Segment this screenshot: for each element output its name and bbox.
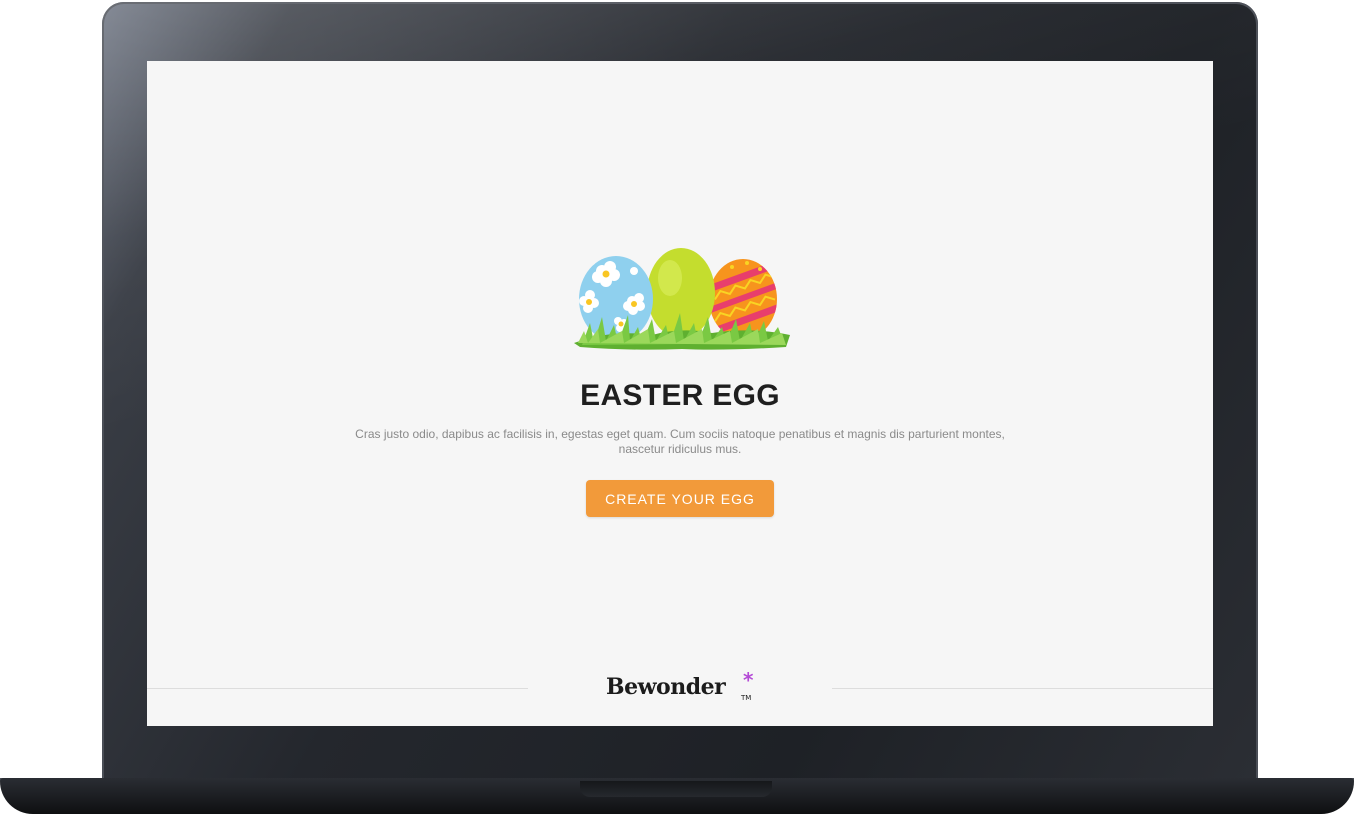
page-title: EASTER EGG [580,379,780,412]
footer-divider-right [832,688,1213,689]
brand-logo: Bewonder * TM [606,668,756,704]
laptop-device-frame: EASTER EGG Cras justo odio, dapibus ac f… [0,0,1354,819]
brand-asterisk-mark: * [743,668,754,692]
trademark-symbol: TM [741,694,752,702]
laptop-opening-notch [580,781,772,797]
create-egg-button[interactable]: CREATE YOUR EGG [586,480,774,517]
page-description: Cras justo odio, dapibus ac facilisis in… [355,427,1005,456]
easter-eggs-illustration [574,248,790,350]
brand-name: Bewonder [606,674,726,700]
footer-divider-left [147,688,528,689]
app-screen: EASTER EGG Cras justo odio, dapibus ac f… [147,61,1213,726]
orange-patterned-egg [709,259,777,339]
